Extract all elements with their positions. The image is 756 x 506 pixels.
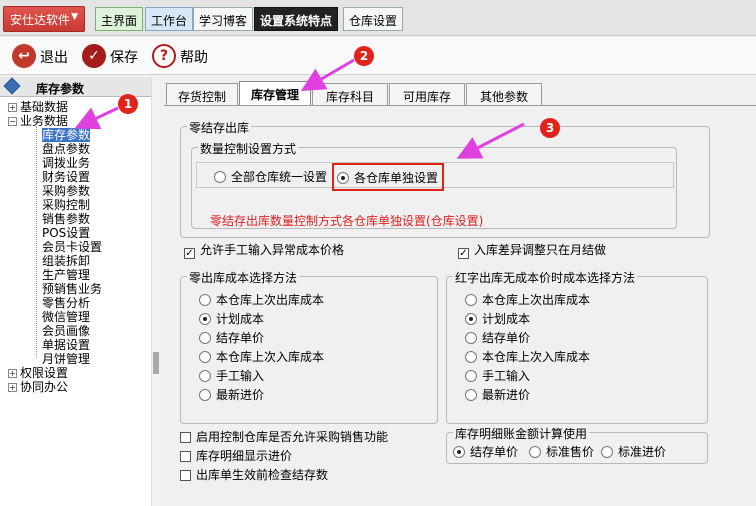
annotation-badge-2: 2 — [354, 46, 374, 66]
annotation-badge-3: 3 — [540, 118, 560, 138]
arrow-3 — [456, 122, 525, 159]
annotation-badge-1: 1 — [118, 94, 138, 114]
arrow-1 — [74, 106, 119, 130]
arrow-2 — [300, 58, 355, 92]
annotation-arrows — [74, 58, 525, 159]
